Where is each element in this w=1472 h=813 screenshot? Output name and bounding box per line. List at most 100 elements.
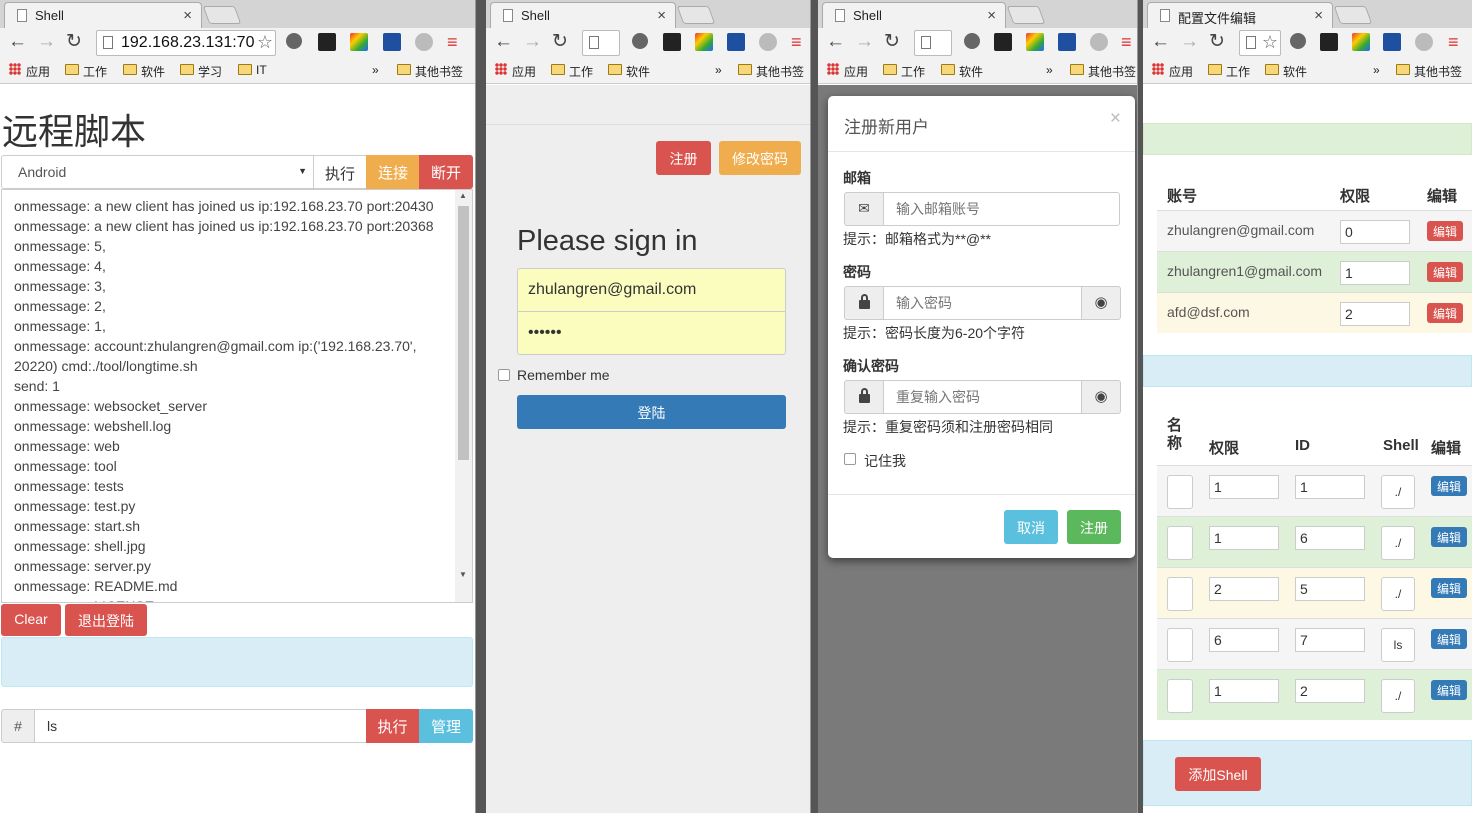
globe-extension-icon[interactable] <box>1415 33 1433 51</box>
register-password-input[interactable] <box>883 286 1082 320</box>
edit-shell-button[interactable]: 编辑 <box>1431 629 1467 649</box>
globe-extension-icon[interactable] <box>415 33 433 51</box>
manage-button[interactable]: 管理 <box>419 709 473 743</box>
bug-extension-icon[interactable] <box>1290 33 1306 49</box>
shell-id-input[interactable] <box>1295 526 1365 550</box>
bookmark-it[interactable]: IT <box>238 63 267 77</box>
bookmark-more[interactable]: » <box>354 63 379 77</box>
reload-icon[interactable]: ↻ <box>1209 31 1225 53</box>
bookmark-work[interactable]: 工作 <box>551 63 593 80</box>
shell-name-input[interactable] <box>1167 577 1193 611</box>
globe-extension-icon[interactable] <box>759 33 777 51</box>
shell-perm-input[interactable] <box>1209 679 1279 703</box>
color-extension-icon[interactable] <box>695 33 713 51</box>
shell-perm-input[interactable] <box>1209 577 1279 601</box>
bookmark-software[interactable]: 软件 <box>1265 63 1307 80</box>
forward-icon[interactable]: → <box>37 31 56 53</box>
device-select[interactable]: Android ▼ <box>1 155 314 189</box>
bookmark-star-icon[interactable]: ☆ <box>257 32 273 53</box>
perm-input[interactable] <box>1340 261 1410 285</box>
bookmark-work[interactable]: 工作 <box>883 63 925 80</box>
forward-icon[interactable]: → <box>1180 31 1199 53</box>
menu-icon[interactable]: ≡ <box>791 31 802 53</box>
arrow-extension-icon[interactable] <box>727 33 745 51</box>
edit-user-button[interactable]: 编辑 <box>1427 221 1463 241</box>
address-bar[interactable]: 192.168.23.131:70 ☆ <box>96 30 276 56</box>
perm-input[interactable] <box>1340 302 1410 326</box>
shell-perm-input[interactable] <box>1209 526 1279 550</box>
back-icon[interactable]: ← <box>826 31 845 53</box>
arrow-extension-icon[interactable] <box>1383 33 1401 51</box>
bug-extension-icon[interactable] <box>632 33 648 49</box>
email-field[interactable] <box>517 268 786 312</box>
back-icon[interactable]: ← <box>8 31 27 53</box>
command-input[interactable] <box>34 709 367 743</box>
new-tab-button[interactable] <box>676 6 716 24</box>
bookmark-others[interactable]: 其他书签 <box>397 63 463 80</box>
modal-backdrop[interactable]: 注册新用户 × 邮箱 ✉ 提示：邮箱格式为**@** 密码 ◉ 提示：密码长度为… <box>818 85 1137 813</box>
shell-id-input[interactable] <box>1295 679 1365 703</box>
menu-icon[interactable]: ≡ <box>1448 31 1459 53</box>
arrow-extension-icon[interactable] <box>383 33 401 51</box>
shell-command-input[interactable] <box>1381 526 1415 560</box>
modal-close-icon[interactable]: × <box>1110 108 1121 130</box>
reload-icon[interactable]: ↻ <box>884 31 900 53</box>
change-password-button[interactable]: 修改密码 <box>719 141 801 175</box>
edit-shell-button[interactable]: 编辑 <box>1431 476 1467 496</box>
bookmark-software[interactable]: 软件 <box>123 63 165 80</box>
scrollbar[interactable]: ▲ ▼ <box>455 190 472 602</box>
edit-user-button[interactable]: 编辑 <box>1427 262 1463 282</box>
execute-command-button[interactable]: 执行 <box>366 709 419 743</box>
login-button[interactable]: 登陆 <box>517 395 786 429</box>
bookmark-star-icon[interactable]: ☆ <box>1262 32 1278 53</box>
shell-name-input[interactable] <box>1167 475 1193 509</box>
bookmark-apps[interactable]: 应用 <box>1151 63 1193 80</box>
arrow-extension-icon[interactable] <box>1058 33 1076 51</box>
close-tab-icon[interactable]: × <box>987 7 996 24</box>
new-tab-button[interactable] <box>1006 6 1046 24</box>
show-confirm-password-button[interactable]: ◉ <box>1081 380 1121 414</box>
clear-button[interactable]: Clear <box>1 604 61 636</box>
shell-name-input[interactable] <box>1167 526 1193 560</box>
confirm-password-input[interactable] <box>883 380 1082 414</box>
menu-icon[interactable]: ≡ <box>1121 31 1132 53</box>
browser-tab[interactable]: Shell × <box>4 2 202 28</box>
color-extension-icon[interactable] <box>350 33 368 51</box>
shell-perm-input[interactable] <box>1209 475 1279 499</box>
browser-tab[interactable]: Shell × <box>490 2 676 28</box>
browser-tab[interactable]: 配置文件编辑 × <box>1147 2 1333 28</box>
message-log[interactable]: onmessage: a new client has joined us ip… <box>1 189 473 603</box>
register-email-input[interactable] <box>883 192 1120 226</box>
edit-user-button[interactable]: 编辑 <box>1427 303 1463 323</box>
bookmark-apps[interactable]: 应用 <box>8 63 50 80</box>
bookmark-work[interactable]: 工作 <box>1208 63 1250 80</box>
password-field[interactable] <box>517 311 786 355</box>
forward-icon[interactable]: → <box>855 31 874 53</box>
connect-button[interactable]: 连接 <box>366 155 420 189</box>
terminal-extension-icon[interactable] <box>318 33 336 51</box>
scroll-down-icon[interactable]: ▼ <box>459 570 467 579</box>
cancel-button[interactable]: 取消 <box>1004 510 1058 544</box>
reload-icon[interactable]: ↻ <box>66 31 82 53</box>
perm-input[interactable] <box>1340 220 1410 244</box>
reload-icon[interactable]: ↻ <box>552 31 568 53</box>
execute-button[interactable]: 执行 <box>313 155 367 189</box>
new-tab-button[interactable] <box>1333 6 1373 24</box>
new-tab-button[interactable] <box>202 6 242 24</box>
shell-name-input[interactable] <box>1167 628 1193 662</box>
shell-name-input[interactable] <box>1167 679 1193 713</box>
add-shell-button[interactable]: 添加Shell <box>1175 757 1261 791</box>
shell-perm-input[interactable] <box>1209 628 1279 652</box>
bug-extension-icon[interactable] <box>286 33 302 49</box>
shell-command-input[interactable] <box>1381 475 1415 509</box>
bookmark-others[interactable]: 其他书签 <box>1070 63 1136 80</box>
globe-extension-icon[interactable] <box>1090 33 1108 51</box>
disconnect-button[interactable]: 断开 <box>419 155 473 189</box>
forward-icon[interactable]: → <box>523 31 542 53</box>
edit-shell-button[interactable]: 编辑 <box>1431 578 1467 598</box>
remember-checkbox[interactable] <box>498 369 510 381</box>
close-tab-icon[interactable]: × <box>657 7 666 24</box>
terminal-extension-icon[interactable] <box>994 33 1012 51</box>
submit-register-button[interactable]: 注册 <box>1067 510 1121 544</box>
terminal-extension-icon[interactable] <box>663 33 681 51</box>
